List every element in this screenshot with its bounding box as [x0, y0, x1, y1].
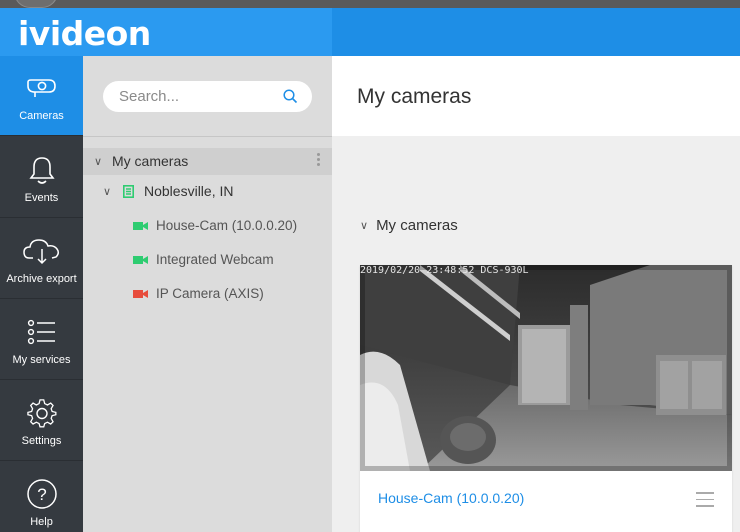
camera-label: Integrated Webcam — [156, 252, 274, 267]
svg-text:?: ? — [37, 485, 46, 504]
nav-label: Archive export — [6, 273, 77, 285]
app-header: ivideon — [0, 8, 740, 56]
search-placeholder: Search... — [119, 88, 180, 105]
tree-camera-item[interactable]: House-Cam (10.0.0.20) — [133, 218, 297, 233]
window-top-strip — [0, 0, 740, 8]
camera-card[interactable]: 2019/02/20 23:48:52 DCS-930L House-Cam (… — [360, 265, 732, 532]
search-icon[interactable] — [283, 89, 298, 109]
location-label: Noblesville, IN — [144, 183, 234, 199]
tree-root-my-cameras[interactable]: ∨ My cameras — [94, 153, 188, 169]
camera-label: House-Cam (10.0.0.20) — [156, 218, 298, 233]
gear-icon — [0, 395, 83, 431]
chevron-down-icon[interactable]: ∨ — [360, 219, 368, 232]
top-decoration — [14, 0, 58, 8]
main-content: My cameras ∨ My cameras 2019/02/20 23:48… — [332, 56, 740, 532]
camera-overlay-timestamp: 2019/02/20 23:48:52 DCS-930L — [360, 265, 529, 276]
camera-preview[interactable]: 2019/02/20 23:48:52 DCS-930L — [360, 265, 732, 471]
logo-area: ivideon — [0, 8, 332, 56]
nav-item-my-services[interactable]: My services — [0, 300, 83, 380]
nav-item-archive-export[interactable]: Archive export — [0, 219, 83, 299]
group-label: My cameras — [376, 217, 458, 234]
list-icon — [0, 314, 83, 350]
hamburger-menu-icon[interactable] — [696, 492, 714, 512]
nav-item-help[interactable]: ? Help — [0, 462, 83, 532]
cloud-download-icon — [0, 233, 83, 269]
divider — [83, 136, 332, 137]
app-logo[interactable]: ivideon — [18, 14, 151, 53]
tree-camera-item[interactable]: Integrated Webcam — [133, 252, 274, 267]
tree-camera-item[interactable]: IP Camera (AXIS) — [133, 286, 264, 301]
tree-location-noblesville[interactable]: ∨ Noblesville, IN — [103, 183, 233, 199]
left-nav: Cameras Events Archive export My service… — [0, 56, 83, 532]
video-camera-icon — [133, 221, 148, 231]
nav-label: My services — [12, 354, 71, 366]
location-icon — [123, 184, 134, 198]
nav-label: Cameras — [19, 110, 64, 122]
camera-card-name[interactable]: House-Cam (10.0.0.20) — [378, 490, 524, 506]
nav-item-events[interactable]: Events — [0, 138, 83, 218]
chevron-down-icon[interactable]: ∨ — [94, 155, 108, 168]
camera-tree-panel: Search... ∨ My cameras ∨ Noblesville, IN… — [83, 56, 332, 532]
camera-icon — [0, 70, 83, 106]
chevron-down-icon[interactable]: ∨ — [103, 185, 117, 198]
nav-item-cameras[interactable]: Cameras — [0, 56, 83, 136]
search-input[interactable]: Search... — [103, 81, 312, 112]
video-camera-icon — [133, 255, 148, 265]
video-camera-icon — [133, 289, 148, 299]
more-options-icon[interactable] — [317, 153, 321, 168]
nav-item-settings[interactable]: Settings — [0, 381, 83, 461]
page-title: My cameras — [357, 85, 472, 108]
camera-label: IP Camera (AXIS) — [156, 286, 264, 301]
camera-group-header[interactable]: ∨ My cameras — [360, 217, 458, 234]
question-icon: ? — [0, 476, 83, 512]
bell-icon — [0, 152, 83, 188]
nav-label: Events — [24, 192, 59, 204]
tree-root-label: My cameras — [112, 153, 189, 169]
main-topbar: My cameras — [332, 56, 740, 136]
nav-label: Settings — [21, 435, 62, 447]
nav-label: Help — [30, 516, 53, 528]
